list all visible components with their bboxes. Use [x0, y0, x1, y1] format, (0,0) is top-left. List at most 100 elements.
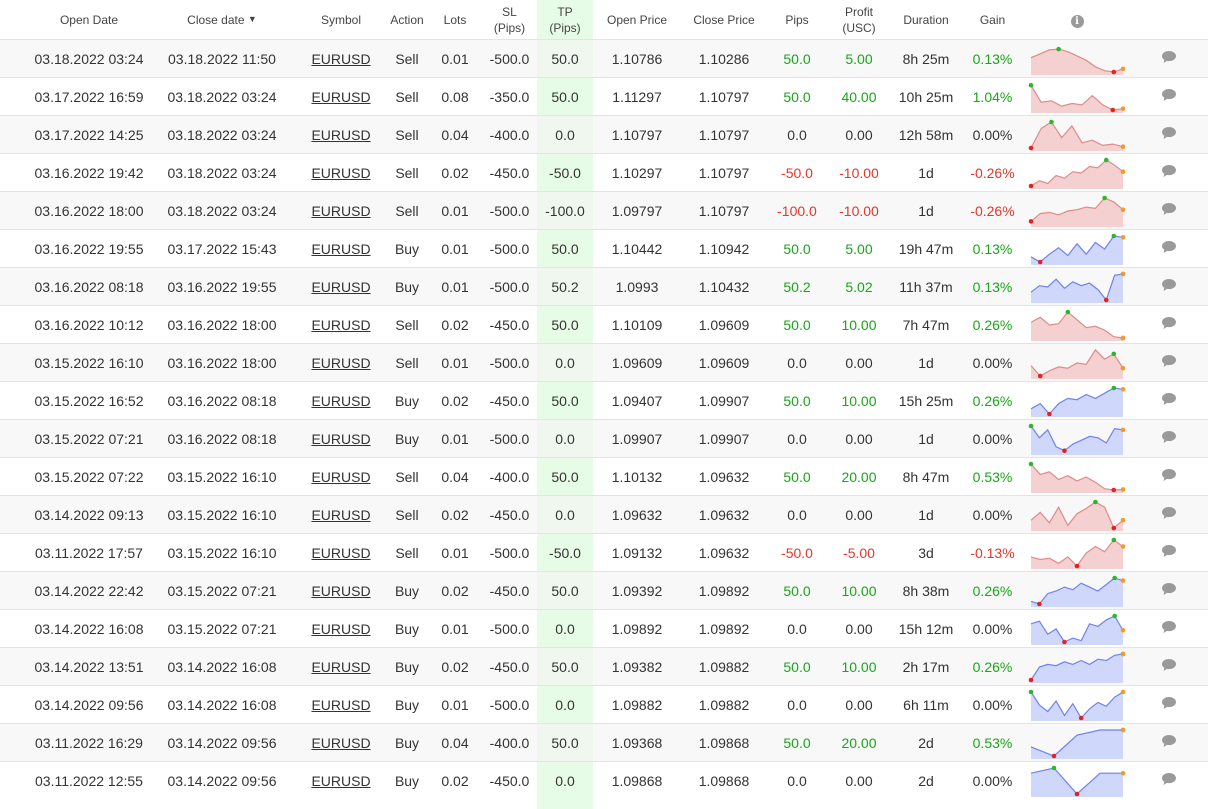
symbol-link[interactable]: EURUSD: [311, 393, 370, 409]
trade-sparkline[interactable]: [1028, 651, 1126, 683]
comment-icon[interactable]: [1161, 354, 1177, 371]
trade-sparkline[interactable]: [1028, 157, 1126, 189]
comment-icon[interactable]: [1161, 658, 1177, 675]
header-gain[interactable]: Gain: [961, 0, 1024, 40]
comment-cell: [1130, 305, 1208, 344]
comment-icon[interactable]: [1161, 772, 1177, 789]
symbol-link[interactable]: EURUSD: [311, 469, 370, 485]
sparkline-cell[interactable]: [1024, 609, 1130, 648]
comment-icon[interactable]: [1161, 88, 1177, 105]
trade-sparkline[interactable]: [1028, 423, 1126, 455]
comment-icon[interactable]: [1161, 620, 1177, 637]
header-info[interactable]: i: [1024, 0, 1130, 40]
sparkline-cell[interactable]: [1024, 229, 1130, 268]
sparkline-cell[interactable]: [1024, 647, 1130, 686]
symbol-link[interactable]: EURUSD: [311, 279, 370, 295]
sparkline-cell[interactable]: [1024, 533, 1130, 572]
symbol-link[interactable]: EURUSD: [311, 317, 370, 333]
symbol-link[interactable]: EURUSD: [311, 507, 370, 523]
symbol-link[interactable]: EURUSD: [311, 89, 370, 105]
header-symbol[interactable]: Symbol: [296, 0, 386, 40]
header-profit[interactable]: Profit (USC): [827, 0, 891, 40]
header-open-date[interactable]: Open Date: [30, 0, 148, 40]
symbol-link[interactable]: EURUSD: [311, 203, 370, 219]
comment-icon[interactable]: [1161, 278, 1177, 295]
symbol-link[interactable]: EURUSD: [311, 697, 370, 713]
pips-cell: -50.0: [781, 544, 813, 561]
sparkline-cell[interactable]: [1024, 571, 1130, 610]
sparkline-cell[interactable]: [1024, 495, 1130, 534]
symbol-link[interactable]: EURUSD: [311, 583, 370, 599]
comment-icon[interactable]: [1161, 544, 1177, 561]
comment-icon[interactable]: [1161, 50, 1177, 67]
trade-sparkline[interactable]: [1028, 613, 1126, 645]
trade-sparkline[interactable]: [1028, 81, 1126, 113]
trade-sparkline[interactable]: [1028, 461, 1126, 493]
header-pips[interactable]: Pips: [767, 0, 827, 40]
sparkline-cell[interactable]: [1024, 381, 1130, 420]
symbol-link[interactable]: EURUSD: [311, 165, 370, 181]
trade-sparkline[interactable]: [1028, 385, 1126, 417]
comment-cell: [1130, 381, 1208, 420]
sparkline-cell[interactable]: [1024, 419, 1130, 458]
symbol-link[interactable]: EURUSD: [311, 735, 370, 751]
sparkline-cell[interactable]: [1024, 267, 1130, 306]
trade-sparkline[interactable]: [1028, 271, 1126, 303]
symbol-link[interactable]: EURUSD: [311, 241, 370, 257]
sparkline-cell[interactable]: [1024, 77, 1130, 116]
comment-icon[interactable]: [1161, 430, 1177, 447]
header-close-date[interactable]: Close date ▼: [148, 0, 296, 40]
symbol-link[interactable]: EURUSD: [311, 51, 370, 67]
comment-icon[interactable]: [1161, 240, 1177, 257]
comment-icon[interactable]: [1161, 734, 1177, 751]
symbol-link[interactable]: EURUSD: [311, 659, 370, 675]
header-action[interactable]: Action: [386, 0, 428, 40]
comment-icon[interactable]: [1161, 582, 1177, 599]
gain-cell: 0.00%: [972, 506, 1013, 523]
sparkline-cell[interactable]: [1024, 761, 1130, 799]
comment-icon[interactable]: [1161, 468, 1177, 485]
sparkline-cell[interactable]: [1024, 39, 1130, 78]
symbol-link[interactable]: EURUSD: [311, 545, 370, 561]
info-icon[interactable]: i: [1070, 14, 1084, 28]
symbol-link[interactable]: EURUSD: [311, 431, 370, 447]
header-tp[interactable]: TP (Pips): [537, 0, 593, 40]
sparkline-cell[interactable]: [1024, 153, 1130, 192]
header-sl[interactable]: SL (Pips): [482, 0, 537, 40]
comment-icon[interactable]: [1161, 696, 1177, 713]
sparkline-cell[interactable]: [1024, 685, 1130, 724]
trade-sparkline[interactable]: [1028, 537, 1126, 569]
sparkline-cell[interactable]: [1024, 343, 1130, 382]
trade-sparkline[interactable]: [1028, 765, 1126, 797]
sl-cell: -350.0: [489, 88, 530, 105]
symbol-link[interactable]: EURUSD: [311, 127, 370, 143]
comment-icon[interactable]: [1161, 316, 1177, 333]
header-duration[interactable]: Duration: [891, 0, 961, 40]
sparkline-cell[interactable]: [1024, 457, 1130, 496]
trade-sparkline[interactable]: [1028, 43, 1126, 75]
comment-icon[interactable]: [1161, 164, 1177, 181]
comment-icon[interactable]: [1161, 392, 1177, 409]
trade-sparkline[interactable]: [1028, 195, 1126, 227]
comment-icon[interactable]: [1161, 126, 1177, 143]
trade-sparkline[interactable]: [1028, 119, 1126, 151]
symbol-link[interactable]: EURUSD: [311, 621, 370, 637]
header-open-price[interactable]: Open Price: [593, 0, 681, 40]
trade-sparkline[interactable]: [1028, 689, 1126, 721]
comment-icon[interactable]: [1161, 202, 1177, 219]
sparkline-cell[interactable]: [1024, 115, 1130, 154]
header-close-price[interactable]: Close Price: [681, 0, 767, 40]
trade-sparkline[interactable]: [1028, 499, 1126, 531]
sparkline-cell[interactable]: [1024, 191, 1130, 230]
trade-sparkline[interactable]: [1028, 727, 1126, 759]
sparkline-cell[interactable]: [1024, 723, 1130, 762]
symbol-link[interactable]: EURUSD: [311, 355, 370, 371]
trade-sparkline[interactable]: [1028, 233, 1126, 265]
trade-sparkline[interactable]: [1028, 347, 1126, 379]
header-lots[interactable]: Lots: [428, 0, 482, 40]
symbol-link[interactable]: EURUSD: [311, 773, 370, 789]
trade-sparkline[interactable]: [1028, 309, 1126, 341]
sparkline-cell[interactable]: [1024, 305, 1130, 344]
trade-sparkline[interactable]: [1028, 575, 1126, 607]
comment-icon[interactable]: [1161, 506, 1177, 523]
